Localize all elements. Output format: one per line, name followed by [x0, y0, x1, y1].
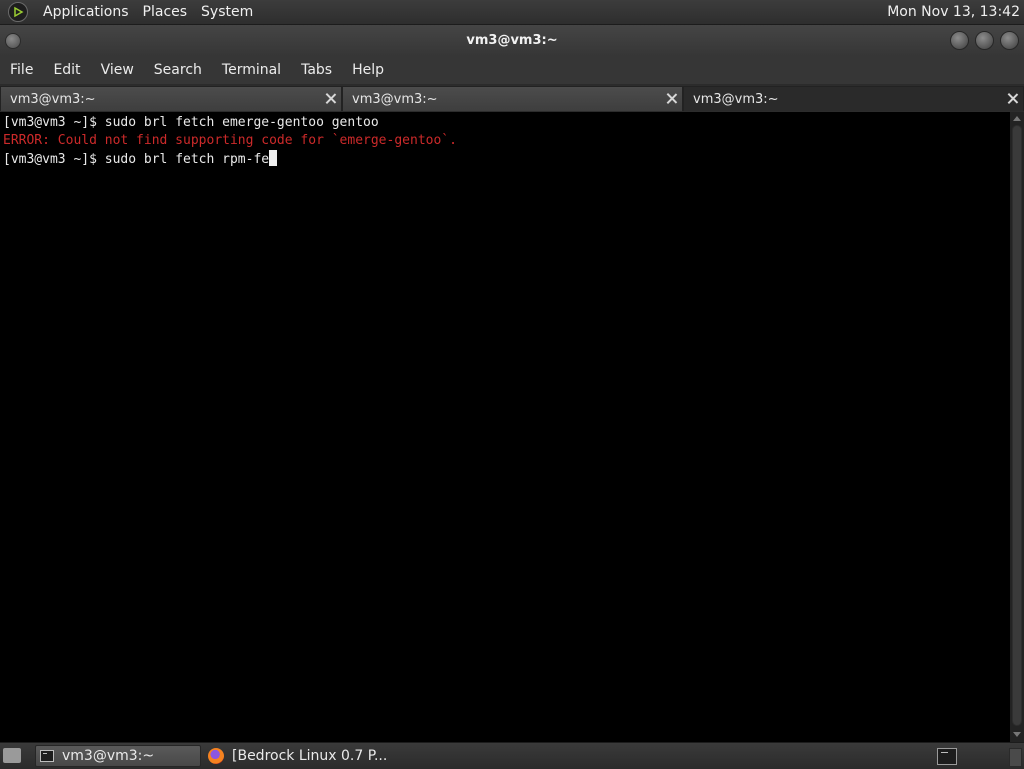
menubar: File Edit View Search Terminal Tabs Help — [0, 56, 1024, 84]
scroll-up-icon[interactable] — [1013, 116, 1021, 121]
show-desktop-icon[interactable] — [3, 748, 21, 763]
tab-1[interactable]: vm3@vm3:~ — [0, 86, 342, 111]
prompt: [vm3@vm3 ~]$ — [3, 115, 105, 130]
menu-file[interactable]: File — [0, 62, 43, 78]
tab-label: vm3@vm3:~ — [10, 92, 96, 107]
terminal-error-line: ERROR: Could not find supporting code fo… — [0, 132, 1010, 150]
taskbar-item-firefox[interactable]: [Bedrock Linux 0.7 P... — [202, 745, 392, 767]
text-cursor — [269, 150, 278, 166]
clock[interactable]: Mon Nov 13, 13:42 — [887, 0, 1020, 24]
tab-2[interactable]: vm3@vm3:~ — [342, 86, 683, 111]
terminal-line: [vm3@vm3 ~]$ sudo brl fetch emerge-gento… — [0, 114, 1010, 132]
firefox-icon — [208, 748, 224, 764]
command-text: sudo brl fetch rpm-fe — [104, 152, 270, 167]
applications-menu[interactable]: Applications — [36, 4, 136, 20]
applications-logo-icon[interactable] — [8, 2, 28, 22]
menu-view[interactable]: View — [91, 62, 144, 78]
close-button[interactable] — [1000, 31, 1019, 50]
error-text: ERROR: Could not find supporting code fo… — [3, 133, 457, 148]
command-text: sudo brl fetch emerge-gentoo gentoo — [104, 115, 379, 130]
scrollbar-thumb[interactable] — [1012, 125, 1022, 726]
tab-label: vm3@vm3:~ — [693, 92, 779, 107]
prompt: [vm3@vm3 ~]$ — [3, 152, 105, 167]
menu-tabs[interactable]: Tabs — [291, 62, 342, 78]
tab-close-icon[interactable] — [1006, 92, 1019, 105]
menu-terminal[interactable]: Terminal — [212, 62, 291, 78]
menu-help[interactable]: Help — [342, 62, 394, 78]
terminal-scrollbar[interactable] — [1010, 112, 1024, 742]
tab-label: vm3@vm3:~ — [352, 92, 438, 107]
places-menu[interactable]: Places — [136, 4, 195, 20]
tab-3[interactable]: vm3@vm3:~ — [683, 86, 1024, 111]
taskbar-item-label: vm3@vm3:~ — [62, 748, 155, 764]
terminal-icon — [40, 750, 54, 762]
menu-search[interactable]: Search — [144, 62, 212, 78]
taskbar-item-label: [Bedrock Linux 0.7 P... — [232, 748, 388, 764]
workspace-switcher-icon[interactable] — [937, 748, 957, 765]
terminal-output[interactable]: [vm3@vm3 ~]$ sudo brl fetch emerge-gento… — [0, 112, 1010, 742]
window-titlebar[interactable]: vm3@vm3:~ — [0, 25, 1024, 56]
tab-close-icon[interactable] — [324, 92, 337, 105]
tab-close-icon[interactable] — [665, 92, 678, 105]
tab-bar: vm3@vm3:~ vm3@vm3:~ vm3@vm3:~ — [0, 85, 1024, 112]
scroll-down-icon[interactable] — [1013, 732, 1021, 737]
maximize-button[interactable] — [975, 31, 994, 50]
menu-edit[interactable]: Edit — [43, 62, 90, 78]
top-panel: Applications Places System Mon Nov 13, 1… — [0, 0, 1024, 25]
system-menu[interactable]: System — [194, 4, 260, 20]
bottom-panel: vm3@vm3:~ [Bedrock Linux 0.7 P... — [0, 742, 1024, 769]
terminal-line: [vm3@vm3 ~]$ sudo brl fetch rpm-fe — [0, 150, 1010, 168]
workspace-button[interactable] — [1009, 748, 1022, 767]
minimize-button[interactable] — [950, 31, 969, 50]
taskbar-item-terminal[interactable]: vm3@vm3:~ — [35, 745, 201, 767]
window-title: vm3@vm3:~ — [466, 33, 558, 48]
